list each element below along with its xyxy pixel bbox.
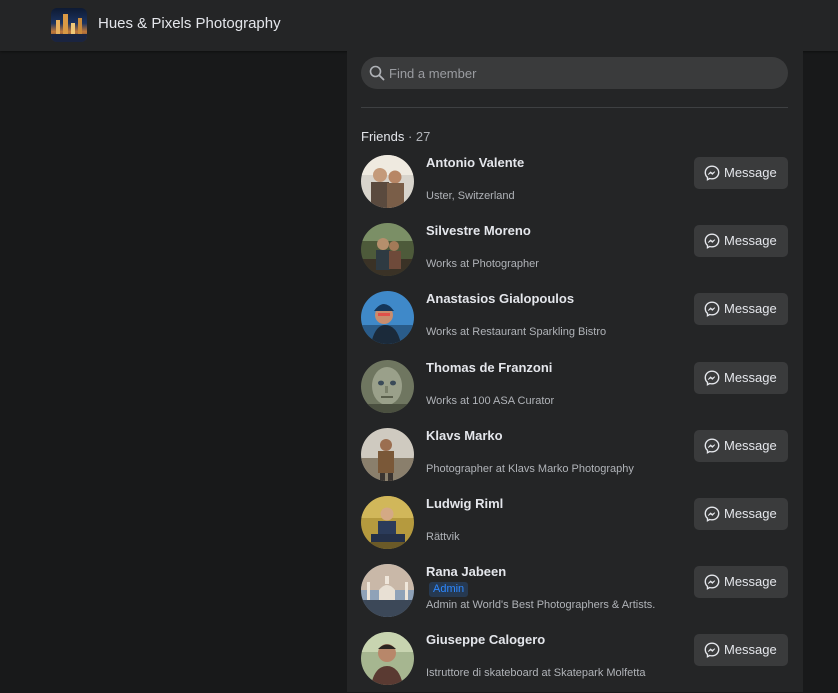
message-button-label: Message xyxy=(724,233,777,248)
message-button-label: Message xyxy=(724,370,777,385)
message-button[interactable]: Message xyxy=(694,634,788,666)
member-row: Rana Jabeen Admin Admin at World's Best … xyxy=(361,563,788,625)
member-row: Ludwig Riml Rättvik Message xyxy=(361,495,788,557)
top-bar: Hues & Pixels Photography xyxy=(0,0,838,51)
admin-badge: Admin xyxy=(429,582,469,597)
message-button[interactable]: Message xyxy=(694,157,788,189)
member-name[interactable]: Rana Jabeen xyxy=(426,564,506,579)
message-button-label: Message xyxy=(724,642,777,657)
messenger-icon xyxy=(704,574,720,590)
member-detail: Rättvik xyxy=(426,531,460,543)
section-count: · 27 xyxy=(404,129,431,144)
message-button[interactable]: Message xyxy=(694,566,788,598)
messenger-icon xyxy=(704,301,720,317)
member-name[interactable]: Klavs Marko xyxy=(426,428,503,443)
message-button-label: Message xyxy=(724,438,777,453)
messenger-icon xyxy=(704,165,720,181)
message-button-label: Message xyxy=(724,301,777,316)
member-detail: Admin at World's Best Photographers & Ar… xyxy=(426,599,656,611)
message-button[interactable]: Message xyxy=(694,498,788,530)
member-row: Klavs Marko Photographer at Klavs Marko … xyxy=(361,427,788,489)
member-avatar[interactable] xyxy=(361,223,414,276)
section-title: Friends · 27 xyxy=(361,129,430,144)
search-input[interactable] xyxy=(389,57,779,89)
messenger-icon xyxy=(704,506,720,522)
group-avatar[interactable] xyxy=(51,8,87,42)
divider xyxy=(361,107,788,108)
member-detail: Works at Restaurant Sparkling Bistro xyxy=(426,326,607,338)
search-icon xyxy=(369,65,385,81)
member-detail: Istruttore di skateboard at Skatepark Mo… xyxy=(426,667,646,679)
member-row: Antonio Valente Uster, Switzerland Messa… xyxy=(361,154,788,216)
member-avatar[interactable] xyxy=(361,496,414,549)
message-button-label: Message xyxy=(724,506,777,521)
messenger-icon xyxy=(704,642,720,658)
members-panel: Friends · 27 Antonio Valente Uster, Swit… xyxy=(347,51,803,692)
message-button[interactable]: Message xyxy=(694,362,788,394)
member-avatar[interactable] xyxy=(361,155,414,208)
member-name[interactable]: Anastasios Gialopoulos xyxy=(426,291,574,306)
member-name[interactable]: Silvestre Moreno xyxy=(426,223,531,238)
member-avatar[interactable] xyxy=(361,428,414,481)
message-button-label: Message xyxy=(724,165,777,180)
member-row: Thomas de Franzoni Works at 100 ASA Cura… xyxy=(361,359,788,421)
member-detail: Works at Photographer xyxy=(426,258,539,270)
member-row: Anastasios Gialopoulos Works at Restaura… xyxy=(361,290,788,352)
member-search[interactable] xyxy=(361,57,788,89)
group-title[interactable]: Hues & Pixels Photography xyxy=(98,15,281,32)
member-name[interactable]: Antonio Valente xyxy=(426,155,524,170)
member-name[interactable]: Giuseppe Calogero xyxy=(426,632,545,647)
member-detail: Works at 100 ASA Curator xyxy=(426,395,555,407)
member-detail: Uster, Switzerland xyxy=(426,190,515,202)
message-button-label: Message xyxy=(724,574,777,589)
member-avatar[interactable] xyxy=(361,291,414,344)
messenger-icon xyxy=(704,438,720,454)
member-name[interactable]: Thomas de Franzoni xyxy=(426,360,552,375)
message-button[interactable]: Message xyxy=(694,225,788,257)
messenger-icon xyxy=(704,370,720,386)
message-button[interactable]: Message xyxy=(694,293,788,325)
member-row: Giuseppe Calogero Istruttore di skateboa… xyxy=(361,631,788,693)
member-avatar[interactable] xyxy=(361,564,414,617)
member-avatar[interactable] xyxy=(361,360,414,413)
member-detail: Photographer at Klavs Marko Photography xyxy=(426,463,634,475)
member-name[interactable]: Ludwig Riml xyxy=(426,496,503,511)
messenger-icon xyxy=(704,233,720,249)
member-row: Silvestre Moreno Works at Photographer M… xyxy=(361,222,788,284)
member-avatar[interactable] xyxy=(361,632,414,685)
message-button[interactable]: Message xyxy=(694,430,788,462)
section-title-label: Friends xyxy=(361,129,405,144)
